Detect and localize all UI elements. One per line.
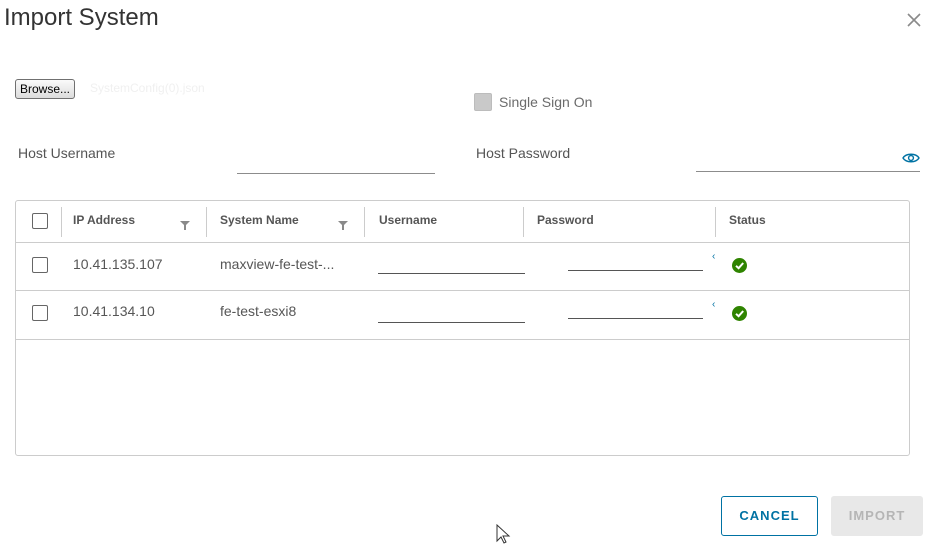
host-username-label: Host Username (18, 145, 116, 161)
reveal-password-icon[interactable]: ‹ (712, 299, 715, 310)
host-username-input[interactable] (237, 172, 435, 174)
system-name-cell: fe-test-esxi8 (220, 303, 297, 319)
column-header-username[interactable]: Username (379, 213, 437, 227)
column-header-ip-address[interactable]: IP Address (73, 213, 135, 227)
single-sign-on-label: Single Sign On (499, 94, 593, 110)
filter-icon[interactable] (180, 217, 190, 230)
row-checkbox[interactable] (32, 257, 48, 273)
host-password-input[interactable] (696, 170, 920, 172)
eye-icon[interactable] (902, 151, 920, 165)
single-sign-on-box[interactable] (474, 93, 492, 111)
column-header-password[interactable]: Password (537, 213, 594, 227)
column-separator (715, 207, 716, 237)
status-ok-icon (732, 306, 747, 321)
import-button[interactable]: IMPORT (831, 496, 923, 536)
close-icon[interactable] (904, 10, 924, 30)
column-separator (206, 207, 207, 237)
single-sign-on-checkbox[interactable]: Single Sign On (474, 93, 592, 111)
cancel-button[interactable]: CANCEL (721, 496, 818, 536)
system-name-cell: maxview-fe-test-... (220, 256, 335, 272)
dialog-title: Import System (4, 4, 159, 31)
host-password-label: Host Password (476, 145, 571, 161)
row-password-input[interactable] (568, 317, 703, 319)
ip-address-cell: 10.41.134.10 (73, 303, 155, 319)
browse-button[interactable]: Browse... (15, 79, 76, 99)
reveal-password-icon[interactable]: ‹ (712, 251, 715, 262)
column-separator (61, 207, 62, 237)
row-username-input[interactable] (378, 321, 525, 323)
ip-address-cell: 10.41.135.107 (73, 256, 163, 272)
select-all-checkbox[interactable] (32, 213, 48, 229)
selected-file-name: SystemConfig(0).json (90, 81, 205, 95)
column-header-system-name[interactable]: System Name (220, 213, 299, 227)
table-row[interactable]: 10.41.134.10 fe-test-esxi8 ‹ (16, 292, 909, 340)
status-ok-icon (732, 258, 747, 273)
table-header: IP Address System Name Username Password… (16, 201, 909, 243)
column-separator (364, 207, 365, 237)
row-username-input[interactable] (378, 272, 525, 274)
column-separator (523, 207, 524, 237)
filter-icon[interactable] (338, 217, 348, 230)
mouse-pointer-icon (496, 523, 512, 544)
row-password-input[interactable] (568, 269, 703, 271)
systems-table: IP Address System Name Username Password… (15, 200, 910, 456)
column-header-status[interactable]: Status (729, 213, 766, 227)
row-checkbox[interactable] (32, 305, 48, 321)
table-row[interactable]: 10.41.135.107 maxview-fe-test-... ‹ (16, 243, 909, 291)
